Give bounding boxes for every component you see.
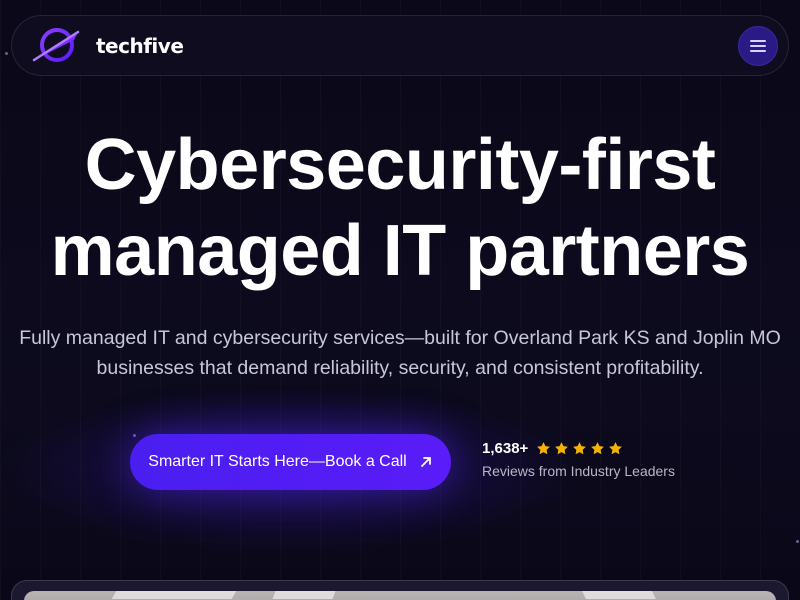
star-icon — [609, 442, 623, 455]
hero-media-card — [11, 580, 789, 600]
reviews-summary: 1,638+ Reviews from Industry Leaders — [482, 440, 675, 479]
reviews-count: 1,638+ — [482, 440, 529, 457]
hero-subtitle-line-1: Fully managed IT and cybersecurity servi… — [19, 327, 781, 349]
hero-title: Cybersecurity-first managed IT partners — [0, 122, 800, 294]
menu-button[interactable] — [738, 26, 778, 66]
reviews-label: Reviews from Industry Leaders — [482, 463, 675, 479]
arrow-up-right-icon — [420, 457, 431, 467]
decor-dot — [796, 540, 799, 543]
book-a-call-label: Smarter IT Starts Here—Book a Call — [148, 453, 407, 470]
hamburger-menu-icon — [750, 40, 766, 52]
page: techfive Cybersecurity-first managed IT … — [0, 0, 800, 600]
decor-dot — [5, 52, 8, 55]
background-grid — [0, 0, 800, 600]
brand-logo-icon — [32, 28, 80, 62]
star-rating — [536, 441, 626, 456]
book-a-call-button[interactable]: Smarter IT Starts Here—Book a Call — [130, 434, 451, 490]
hero-title-line-1: Cybersecurity-first — [84, 125, 716, 205]
star-icon — [555, 442, 569, 455]
decor-dot — [133, 434, 136, 437]
hero-image — [24, 591, 776, 600]
hero-subtitle: Fully managed IT and cybersecurity servi… — [0, 323, 800, 383]
star-icon — [591, 442, 605, 455]
brand-name: techfive — [96, 34, 184, 58]
brand-logo-link[interactable]: techfive — [32, 26, 184, 66]
hero-subtitle-line-2: businesses that demand reliability, secu… — [96, 357, 704, 379]
star-icon — [573, 442, 587, 455]
star-icon — [537, 442, 551, 455]
top-navbar: techfive — [11, 15, 789, 76]
hero-title-line-2: managed IT partners — [50, 211, 750, 291]
